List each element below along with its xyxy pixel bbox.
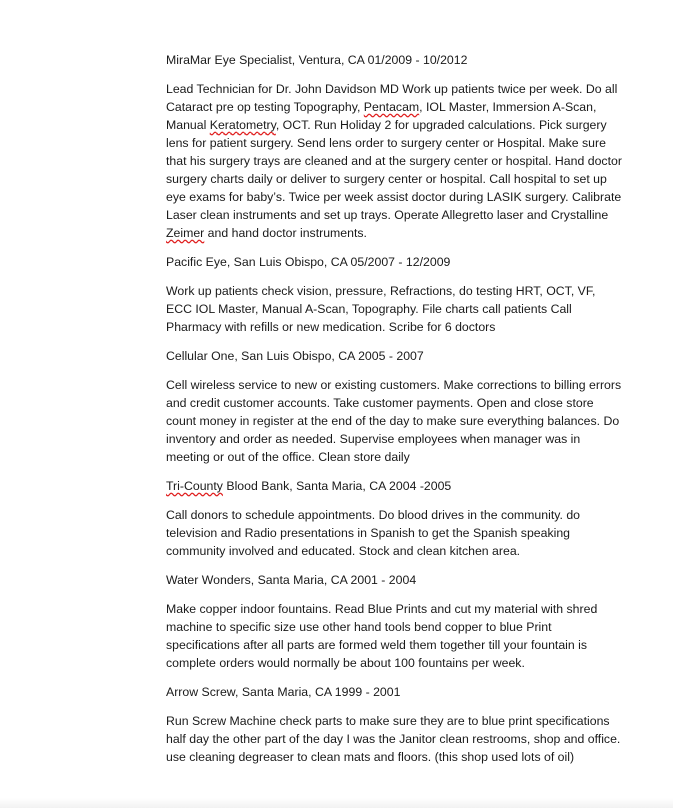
job-description-blood-bank: Call donors to schedule appointments. Do… (166, 508, 580, 558)
description-text: , OCT. Run Holiday 2 for upgraded calcul… (166, 118, 622, 222)
misspelled-word[interactable]: Tri-County (166, 479, 223, 493)
job-heading-pacific-eye: Pacific Eye, San Luis Obispo, CA 05/2007… (166, 255, 451, 269)
job-heading-water-wonders: Water Wonders, Santa Maria, CA 2001 - 20… (166, 573, 417, 587)
job-description-miramar: Lead Technician for Dr. John Davidson MD… (166, 80, 622, 242)
misspelled-word[interactable]: Pentacam (364, 100, 419, 114)
job-description-pacific-eye: Work up patients check vision, pressure,… (166, 284, 596, 334)
job-description-cellular-one: Cell wireless service to new or existing… (166, 378, 622, 464)
description-text: and hand doctor instruments. (204, 226, 367, 240)
page-bottom-edge (0, 798, 673, 808)
job-heading-miramar: MiraMar Eye Specialist, Ventura, CA 01/2… (166, 53, 468, 67)
job-description-arrow-screw: Run Screw Machine check parts to make su… (166, 714, 621, 764)
job-description-water-wonders: Make copper indoor fountains. Read Blue … (166, 602, 598, 670)
heading-text: Blood Bank, Santa Maria, CA 2004 -2005 (222, 479, 452, 493)
job-heading-arrow-screw: Arrow Screw, Santa Maria, CA 1999 - 2001 (166, 685, 401, 699)
job-heading-cellular-one: Cellular One, San Luis Obispo, CA 2005 -… (166, 349, 424, 363)
misspelled-word[interactable]: Keratometry (210, 118, 276, 132)
resume-employment-section: MiraMar Eye Specialist, Ventura, CA 01/2… (166, 51, 622, 777)
misspelled-word[interactable]: Zeimer (166, 226, 204, 240)
job-heading-blood-bank: Tri-County Blood Bank, Santa Maria, CA 2… (166, 477, 622, 495)
